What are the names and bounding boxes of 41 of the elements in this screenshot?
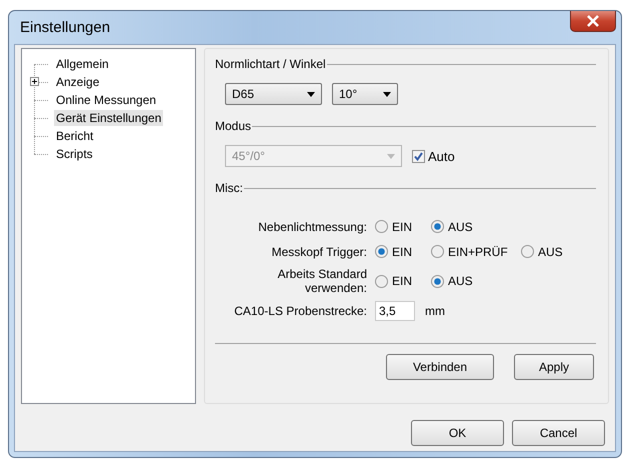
field-label: Messkopf Trigger: [270,244,368,258]
field-label: CA10-LS Probenstrecke: [233,304,368,318]
tree-item[interactable]: Scripts [54,146,95,162]
radio-button[interactable]: AUS [431,274,521,288]
tree-item[interactable]: Bericht [54,128,96,144]
auto-checkbox[interactable]: Auto [412,148,455,164]
expander-icon[interactable] [30,77,39,86]
ok-button[interactable]: OK [411,420,504,446]
close-button[interactable] [570,11,616,32]
illuminant-dropdown[interactable]: D65 [225,83,322,105]
close-icon [586,15,600,27]
radio-icon [521,245,534,258]
radio-icon [375,274,388,288]
radio-icon [431,245,444,258]
distance-input[interactable]: 3,5 [375,301,415,321]
radio-button[interactable]: EIN+PRÜF [431,244,521,258]
cancel-button[interactable]: Cancel [512,420,605,446]
tree-item[interactable]: Anzeige [54,74,102,90]
tree-item[interactable]: Allgemein [54,56,111,72]
checkbox-icon [412,150,425,162]
radio-button[interactable]: EIN [375,220,431,234]
radio-icon [431,220,444,233]
section-title: Misc: [215,181,243,195]
apply-button[interactable]: Apply [514,354,594,380]
connect-button[interactable]: Verbinden [386,354,494,380]
angle-dropdown[interactable]: 10° [332,83,398,105]
field-label: Nebenlichtmessung: [257,220,368,234]
field-label: Arbeits Standard verwenden: [276,267,368,295]
section-title: Modus [215,119,252,133]
radio-button[interactable]: AUS [431,220,521,234]
radio-button[interactable]: EIN [375,274,431,288]
radio-icon [431,274,444,288]
window-title: Einstellungen [19,19,110,36]
tree-item[interactable]: Gerät Einstellungen [54,110,164,126]
section-title: Normlichtart / Winkel [215,57,326,71]
radio-icon [375,220,388,233]
radio-icon [375,245,388,258]
radio-button[interactable]: EIN [375,244,431,258]
radio-button[interactable]: AUS [521,244,563,258]
unit-label: mm [425,304,445,318]
tree-item[interactable]: Online Messungen [54,92,158,108]
